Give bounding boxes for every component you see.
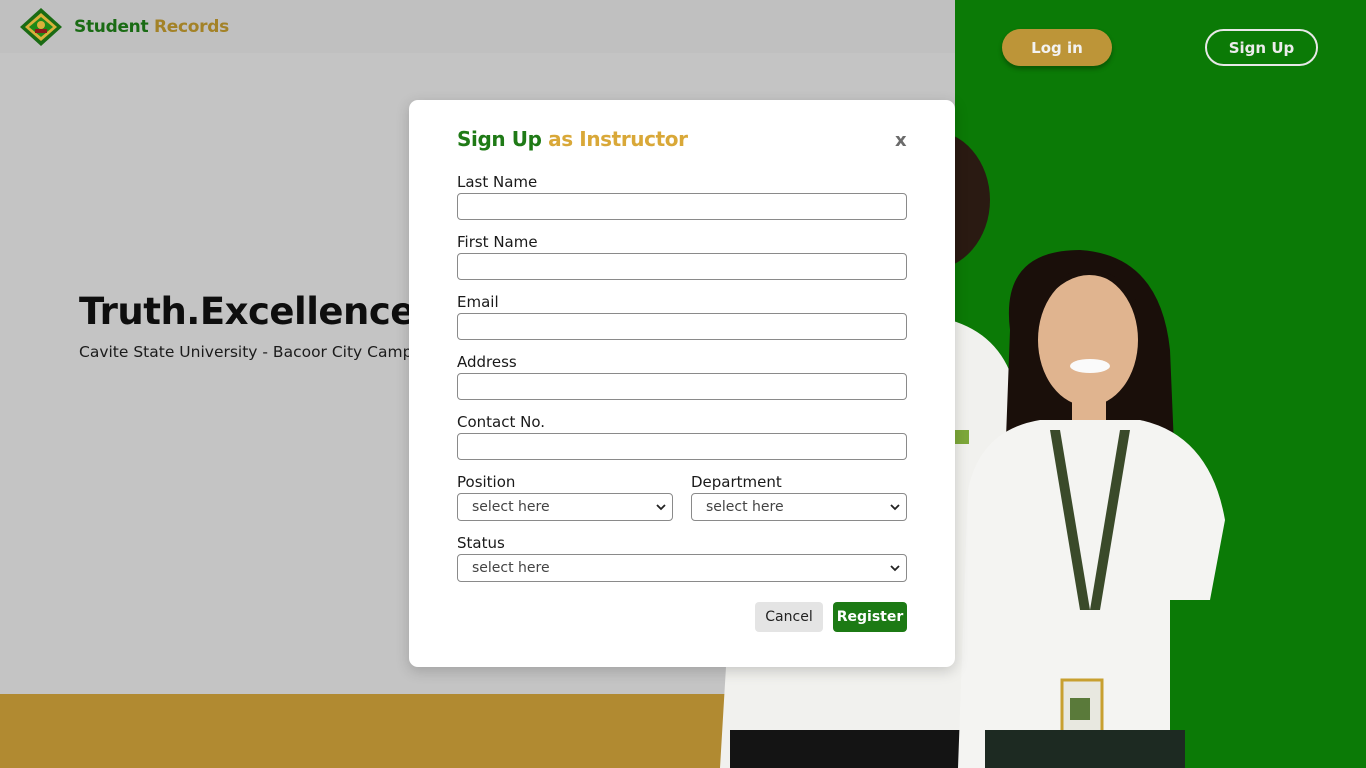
- first-name-label: First Name: [457, 233, 538, 251]
- position-select-value: select here: [472, 499, 550, 515]
- position-select[interactable]: select here: [457, 493, 673, 521]
- brand-part-student: Student: [74, 16, 149, 37]
- contact-label: Contact No.: [457, 413, 546, 431]
- cancel-button[interactable]: Cancel: [755, 602, 823, 632]
- university-logo-icon[interactable]: [18, 6, 64, 48]
- modal-title-role: as Instructor: [548, 127, 688, 151]
- signup-instructor-modal: Sign Up as Instructor x Last Name First …: [409, 100, 955, 667]
- last-name-label: Last Name: [457, 173, 538, 191]
- contact-input[interactable]: [457, 433, 907, 460]
- email-input[interactable]: [457, 313, 907, 340]
- status-select[interactable]: select here: [457, 554, 907, 582]
- signup-button[interactable]: Sign Up: [1205, 29, 1318, 66]
- last-name-input[interactable]: [457, 193, 907, 220]
- position-label: Position: [457, 473, 516, 491]
- chevron-down-icon: [656, 504, 666, 511]
- address-label: Address: [457, 353, 517, 371]
- status-label: Status: [457, 534, 505, 552]
- department-label: Department: [691, 473, 782, 491]
- hero-subtitle: Cavite State University - Bacoor City Ca…: [79, 343, 431, 361]
- chevron-down-icon: [890, 565, 900, 572]
- email-label: Email: [457, 293, 499, 311]
- department-select[interactable]: select here: [691, 493, 907, 521]
- status-select-value: select here: [472, 560, 550, 576]
- footer-gold-band: [0, 694, 742, 768]
- brand-part-records: Records: [153, 16, 229, 37]
- first-name-input[interactable]: [457, 253, 907, 280]
- modal-title-sign-up: Sign Up: [457, 127, 542, 151]
- login-button[interactable]: Log in: [1002, 29, 1112, 66]
- modal-title: Sign Up as Instructor: [457, 127, 688, 151]
- chevron-down-icon: [890, 504, 900, 511]
- register-button[interactable]: Register: [833, 602, 907, 632]
- address-input[interactable]: [457, 373, 907, 400]
- close-icon[interactable]: x: [895, 130, 907, 151]
- brand-name[interactable]: Student Records: [74, 17, 229, 37]
- top-navbar: Student Records: [0, 0, 955, 53]
- department-select-value: select here: [706, 499, 784, 515]
